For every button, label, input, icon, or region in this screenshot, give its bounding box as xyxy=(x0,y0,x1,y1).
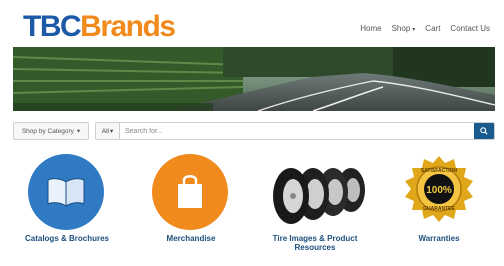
hero-banner xyxy=(13,47,495,111)
search-group: All ▾ xyxy=(95,122,495,140)
site-header: TBCBrands Home Shop ▾ Cart Contact Us xyxy=(0,0,504,48)
search-bar: Shop by Category ▾ All ▾ xyxy=(13,122,495,140)
tile-label: Merchandise xyxy=(166,234,216,243)
scope-label: All xyxy=(101,127,109,135)
tile-tire-images[interactable]: Tire Images & Product Resources xyxy=(255,152,375,262)
tile-merchandise[interactable]: Merchandise xyxy=(131,152,251,262)
top-nav: Home Shop ▾ Cart Contact Us xyxy=(360,24,490,33)
brand-logo[interactable]: TBCBrands xyxy=(23,10,176,44)
tires-icon xyxy=(263,154,367,232)
satisfaction-seal-icon: SATISFACTION 100% GUARANTEE xyxy=(400,154,478,232)
tile-warranties[interactable]: SATISFACTION 100% GUARANTEE Warranties xyxy=(379,152,499,262)
tile-label: Catalogs & Brochures xyxy=(24,234,110,243)
category-tiles: Catalogs & Brochures Merchandise Tire Im… xyxy=(0,152,504,262)
chevron-down-icon: ▾ xyxy=(412,27,416,33)
nav-home[interactable]: Home xyxy=(360,24,381,33)
chevron-down-icon: ▾ xyxy=(76,128,81,135)
chevron-down-icon: ▾ xyxy=(109,128,114,135)
tile-label: Warranties xyxy=(418,234,460,243)
category-label: Shop by Category xyxy=(21,127,74,135)
nav-cart[interactable]: Cart xyxy=(425,24,440,33)
book-icon xyxy=(28,154,106,232)
search-input[interactable] xyxy=(120,123,474,139)
nav-shop[interactable]: Shop ▾ xyxy=(392,24,416,33)
shopping-bag-icon xyxy=(152,154,230,232)
search-scope-dropdown[interactable]: All ▾ xyxy=(96,123,120,139)
search-icon xyxy=(480,127,488,135)
nav-contact-us[interactable]: Contact Us xyxy=(450,24,490,33)
logo-text-brands: Brands xyxy=(80,10,176,43)
road-banner-image xyxy=(13,47,495,111)
tile-label: Tire Images & Product Resources xyxy=(272,234,358,252)
seal-line2: 100% xyxy=(426,185,452,196)
logo-text-tbc: TBC xyxy=(23,10,82,43)
seal-line1: SATISFACTION xyxy=(421,168,458,174)
search-button[interactable] xyxy=(474,123,494,139)
nav-shop-label: Shop xyxy=(391,24,411,33)
shop-by-category-dropdown[interactable]: Shop by Category ▾ xyxy=(13,122,89,140)
tile-catalogs[interactable]: Catalogs & Brochures xyxy=(7,152,127,262)
seal-line3: GUARANTEE xyxy=(423,206,455,212)
